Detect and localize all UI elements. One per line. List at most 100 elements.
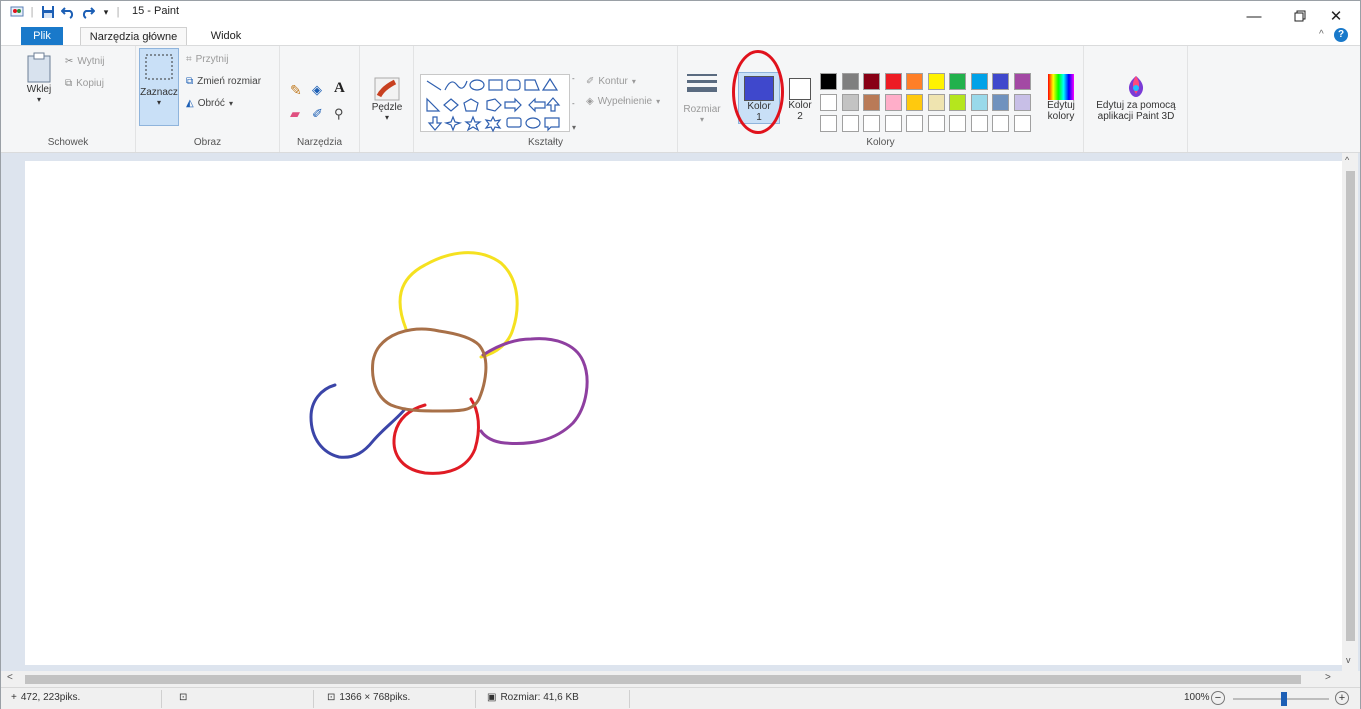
size-button[interactable]: Rozmiar ▾ [682, 72, 722, 124]
palette-swatch[interactable] [863, 115, 880, 132]
palette-swatch[interactable] [949, 115, 966, 132]
scissors-icon: ✂ [65, 56, 74, 67]
status-bar: + 472, 223piks. ⊡ ⊡ 1366 × 768piks. ▣ Ro… [1, 687, 1360, 709]
line-size-icon [687, 74, 717, 92]
palette-swatch[interactable] [906, 115, 923, 132]
palette-swatch[interactable] [820, 94, 837, 111]
resize-button[interactable]: ⧉ Zmień rozmiar [186, 76, 261, 87]
palette-swatch[interactable] [970, 73, 988, 90]
palette-swatch[interactable] [949, 73, 966, 90]
chevron-down-icon: ▾ [384, 113, 389, 122]
zoom-level: 100% [1184, 692, 1210, 703]
resize-icon: ⧉ [186, 76, 194, 87]
palette-swatch[interactable] [841, 115, 859, 132]
palette-swatch[interactable] [863, 94, 880, 111]
scroll-right-icon[interactable]: > [1325, 672, 1331, 683]
palette-swatch[interactable] [884, 73, 902, 90]
cut-button[interactable]: ✂ Wytnij [65, 56, 105, 67]
tab-file[interactable]: Plik [21, 27, 63, 45]
minimize-icon[interactable]: — [1231, 1, 1277, 31]
pencil-icon[interactable]: ✎ [290, 82, 302, 99]
horizontal-scrollbar[interactable]: < > [1, 671, 1360, 687]
horizontal-scroll-thumb[interactable] [25, 675, 1301, 684]
status-divider [161, 690, 162, 708]
palette-swatch[interactable] [841, 73, 859, 90]
palette-swatch[interactable] [927, 115, 945, 132]
color2-swatch [789, 78, 811, 100]
help-icon[interactable]: ? [1334, 28, 1348, 42]
fill-bucket-icon[interactable]: ◈ [312, 82, 322, 98]
eraser-icon[interactable]: ▰ [290, 106, 300, 122]
color-picker-icon[interactable]: ✐ [312, 106, 323, 122]
rotate-icon: ◭ [186, 98, 194, 109]
group-label-clipboard: Schowek [47, 137, 89, 148]
palette-swatch[interactable] [992, 94, 1009, 111]
drawing-canvas[interactable] [25, 161, 1343, 665]
vertical-scroll-thumb[interactable] [1346, 171, 1355, 641]
scroll-left-icon[interactable]: < [7, 672, 13, 683]
palette-swatch[interactable] [1013, 94, 1031, 111]
shapes-gallery[interactable] [420, 74, 570, 133]
chevron-down-icon[interactable]: - [572, 99, 582, 108]
expand-gallery-icon[interactable]: ▾ [572, 123, 582, 132]
palette-swatch[interactable] [906, 94, 923, 111]
select-button[interactable]: Zaznacz ▾ [139, 48, 179, 126]
outline-button[interactable]: ✐ Kontur ▾ [586, 76, 636, 87]
palette-swatch[interactable] [970, 115, 988, 132]
palette-swatch[interactable] [906, 73, 923, 90]
palette-swatch[interactable] [992, 115, 1009, 132]
palette-swatch[interactable] [841, 94, 859, 111]
color2-button[interactable]: Kolor 2 [786, 78, 814, 122]
palette-swatch[interactable] [820, 115, 837, 132]
paint-app-icon[interactable] [9, 3, 27, 21]
scroll-down-icon[interactable]: v [1346, 655, 1351, 665]
palette-swatch[interactable] [884, 115, 902, 132]
palette-swatch[interactable] [992, 73, 1009, 90]
zoom-in-icon[interactable]: + [1335, 691, 1349, 705]
palette-swatch[interactable] [820, 73, 837, 90]
scroll-up-icon[interactable]: ^ [1345, 155, 1349, 165]
crop-button[interactable]: ⌗ Przytnij [186, 54, 228, 65]
edit-colors-button[interactable]: Edytuj kolory [1040, 74, 1082, 122]
brushes-button[interactable]: Pędzle ▾ [368, 76, 406, 122]
tab-view[interactable]: Widok [201, 27, 251, 45]
palette-swatch[interactable] [970, 94, 988, 111]
palette-swatch[interactable] [927, 73, 945, 90]
edit-paint3d-button[interactable]: Edytuj za pomocą aplikacji Paint 3D [1088, 74, 1184, 122]
palette-swatch[interactable] [884, 94, 902, 111]
brown-center [371, 327, 488, 413]
text-tool-icon[interactable]: A [334, 80, 345, 97]
undo-icon[interactable] [59, 3, 77, 21]
palette-swatch[interactable] [1013, 73, 1031, 90]
fill-button[interactable]: ◈ Wypełnienie ▾ [586, 96, 660, 107]
blue-curl [309, 383, 407, 459]
palette-swatch[interactable] [927, 94, 945, 111]
zoom-slider-thumb[interactable] [1281, 692, 1287, 706]
copy-icon: ⧉ [65, 78, 73, 89]
group-colors: Rozmiar ▾ Kolor 1 Kolor 2 Edytuj kolory … [678, 46, 1084, 152]
purple-petal [479, 337, 589, 445]
status-divider [475, 690, 476, 708]
rotate-button[interactable]: ◭ Obróć ▾ [186, 98, 233, 109]
paste-button[interactable]: Wklej ▾ [21, 52, 57, 104]
close-icon[interactable]: ✕ [1313, 1, 1359, 31]
tab-home[interactable]: Narzędzia główne [80, 27, 187, 45]
palette-swatch[interactable] [949, 94, 966, 111]
copy-button[interactable]: ⧉ Kopiuj [65, 78, 104, 89]
zoom-out-icon[interactable]: − [1211, 691, 1225, 705]
status-divider [313, 690, 314, 708]
toolbar-divider: | [116, 6, 120, 18]
palette-swatch[interactable] [1013, 115, 1031, 132]
collapse-ribbon-icon[interactable]: ^ [1319, 29, 1324, 40]
vertical-scrollbar[interactable]: ^ v [1342, 153, 1358, 671]
palette-swatch[interactable] [863, 73, 880, 90]
shapes-icon [426, 77, 561, 133]
shapes-scroll[interactable]: - - ▾ [572, 74, 582, 132]
status-divider [629, 690, 630, 708]
redo-icon[interactable] [79, 3, 97, 21]
magnifier-icon[interactable]: ⚲ [334, 106, 344, 122]
customize-toolbar-icon[interactable]: ▾ [99, 3, 113, 21]
group-image: Zaznacz ▾ ⌗ Przytnij ⧉ Zmień rozmiar ◭ O… [136, 46, 280, 152]
save-icon[interactable] [39, 3, 57, 21]
chevron-up-icon[interactable]: - [572, 74, 582, 83]
